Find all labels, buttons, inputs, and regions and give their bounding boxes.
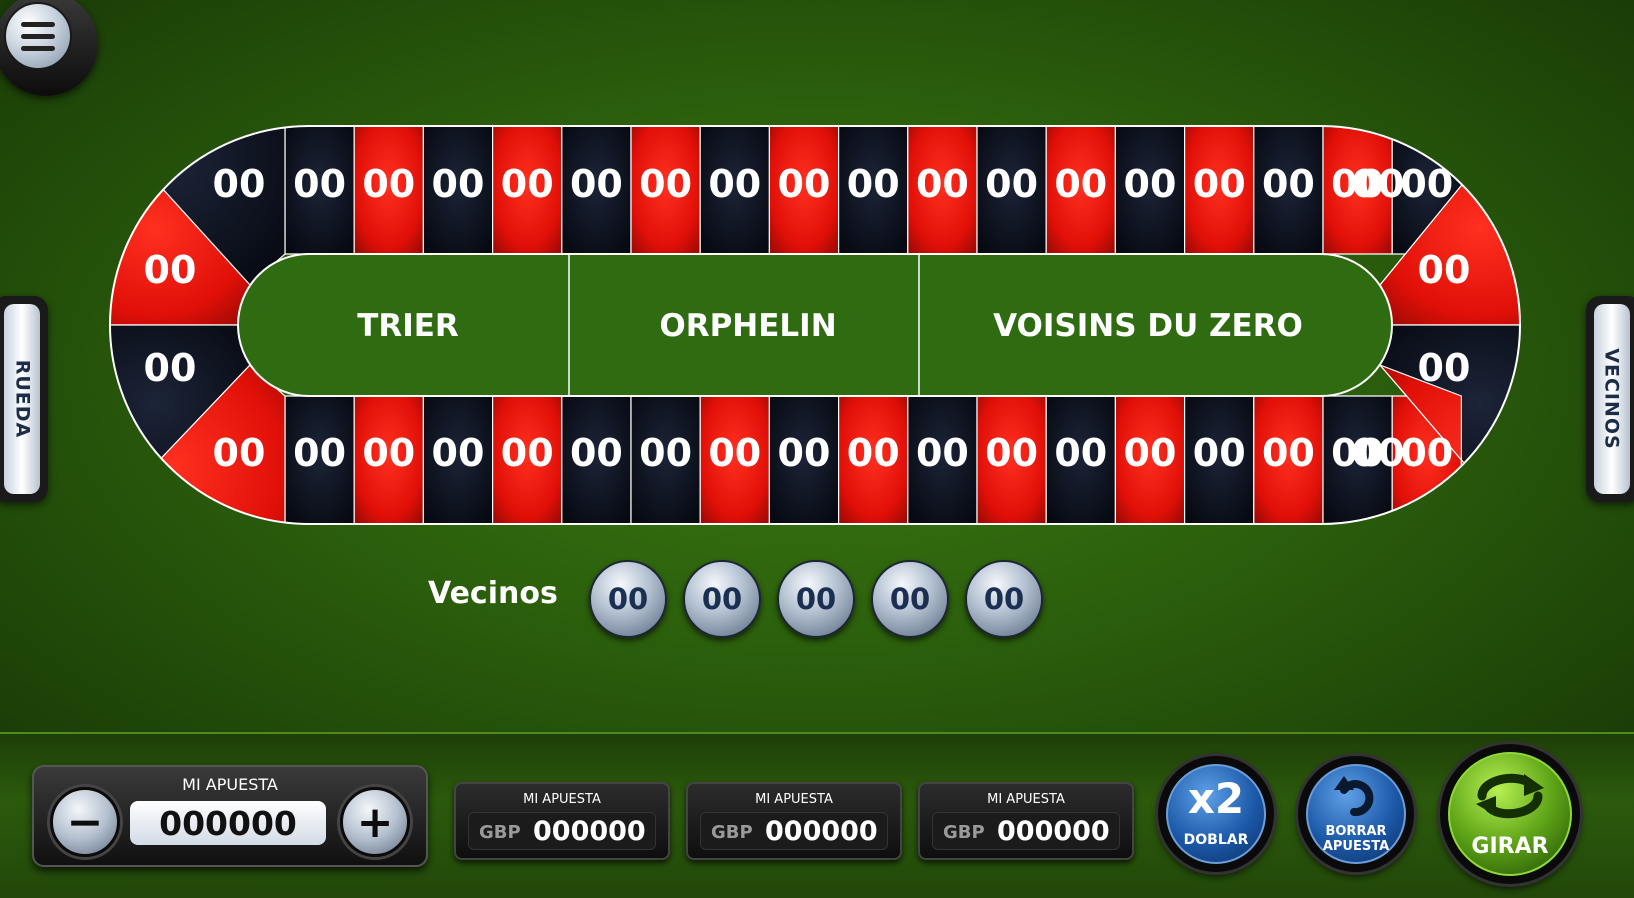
double-button[interactable]: x2 DOBLAR [1158, 756, 1274, 872]
racetrack-number: 00 [1193, 431, 1246, 475]
racetrack-number: 00 [1124, 431, 1177, 475]
racetrack-number: 00 [847, 162, 900, 206]
racetrack-number: 00 [1352, 431, 1405, 475]
clear-bet-label-line1: BORRAR [1325, 824, 1387, 839]
racetrack-number: 00 [570, 162, 623, 206]
racetrack-number: 00 [1400, 431, 1453, 475]
bet-currency: GBP [479, 822, 521, 843]
vecinos-count-button[interactable]: 00 [871, 560, 949, 638]
racetrack-number: 00 [1262, 162, 1315, 206]
bet-value: 000000 [765, 816, 878, 847]
bet-display-field: GBP 000000 [468, 812, 656, 850]
section-voisins[interactable]: VOISINS DU ZERO [993, 308, 1303, 344]
spin-button[interactable]: GIRAR [1440, 744, 1580, 884]
racetrack-number: 00 [362, 431, 415, 475]
clear-bet-label-line2: APUESTA [1322, 839, 1390, 854]
stake-value: 000000 [130, 801, 326, 845]
racetrack-number: 00 [1400, 162, 1453, 206]
bet-value: 000000 [533, 816, 646, 847]
bet-display: MI APUESTA GBP 000000 [918, 782, 1134, 860]
vecinos-count-button[interactable]: 00 [777, 560, 855, 638]
racetrack-number: 00 [708, 162, 761, 206]
racetrack-number: 00 [362, 162, 415, 206]
spin-button-label: GIRAR [1471, 834, 1549, 859]
racetrack-number: 00 [916, 162, 969, 206]
double-button-label: DOBLAR [1183, 832, 1249, 848]
plus-icon: + [356, 796, 394, 848]
racetrack-number: 00 [570, 431, 623, 475]
racetrack-number: 00 [213, 431, 266, 475]
racetrack-number: 00 [1054, 162, 1107, 206]
racetrack-number: 00 [778, 431, 831, 475]
bet-display-title: MI APUESTA [523, 792, 601, 807]
decrease-stake-button[interactable]: − [50, 787, 120, 857]
racetrack-number: 00 [293, 431, 346, 475]
racetrack-number: 00 [639, 431, 692, 475]
x2-icon: x2 [1187, 774, 1245, 823]
racetrack-number: 00 [293, 162, 346, 206]
racetrack-number: 00 [213, 162, 266, 206]
racetrack-number: 00 [144, 248, 197, 292]
minus-icon: − [66, 796, 104, 848]
vecinos-count-button[interactable]: 00 [965, 560, 1043, 638]
racetrack-number: 00 [1418, 248, 1471, 292]
racetrack-number: 00 [501, 162, 554, 206]
section-trier[interactable]: TRIER [357, 308, 459, 344]
bet-display-title: MI APUESTA [755, 792, 833, 807]
stake-control: MI APUESTA − 000000 + [32, 765, 428, 867]
racetrack-number: 00 [847, 431, 900, 475]
racetrack-number: 00 [1262, 431, 1315, 475]
racetrack-number: 00 [985, 162, 1038, 206]
section-orphelin[interactable]: ORPHELIN [659, 308, 836, 344]
spin-arrows-icon [1476, 773, 1544, 819]
racetrack-number: 00 [1418, 346, 1471, 390]
racetrack-number: 00 [708, 431, 761, 475]
bet-display: MI APUESTA GBP 000000 [686, 782, 902, 860]
racetrack-number: 00 [1352, 162, 1405, 206]
racetrack-number: 00 [1124, 162, 1177, 206]
increase-stake-button[interactable]: + [340, 787, 410, 857]
bet-currency: GBP [943, 822, 985, 843]
racetrack-number: 00 [501, 431, 554, 475]
racetrack-number: 00 [916, 431, 969, 475]
vecinos-label: Vecinos [428, 576, 558, 611]
vecinos-count-button[interactable]: 00 [589, 560, 667, 638]
racetrack-number: 00 [432, 431, 485, 475]
bet-display-title: MI APUESTA [987, 792, 1065, 807]
racetrack-number: 00 [639, 162, 692, 206]
bet-display-field: GBP 000000 [932, 812, 1120, 850]
racetrack-number: 00 [1193, 162, 1246, 206]
racetrack-number: 00 [778, 162, 831, 206]
undo-icon [1334, 776, 1374, 817]
racetrack-number: 00 [144, 346, 197, 390]
vecinos-count-button[interactable]: 00 [683, 560, 761, 638]
bet-value: 000000 [997, 816, 1110, 847]
clear-bet-button[interactable]: BORRAR APUESTA [1298, 756, 1414, 872]
bet-display: MI APUESTA GBP 000000 [454, 782, 670, 860]
bet-display-field: GBP 000000 [700, 812, 888, 850]
racetrack-number: 00 [985, 431, 1038, 475]
bet-currency: GBP [711, 822, 753, 843]
racetrack-number: 00 [1054, 431, 1107, 475]
racetrack-number: 00 [432, 162, 485, 206]
